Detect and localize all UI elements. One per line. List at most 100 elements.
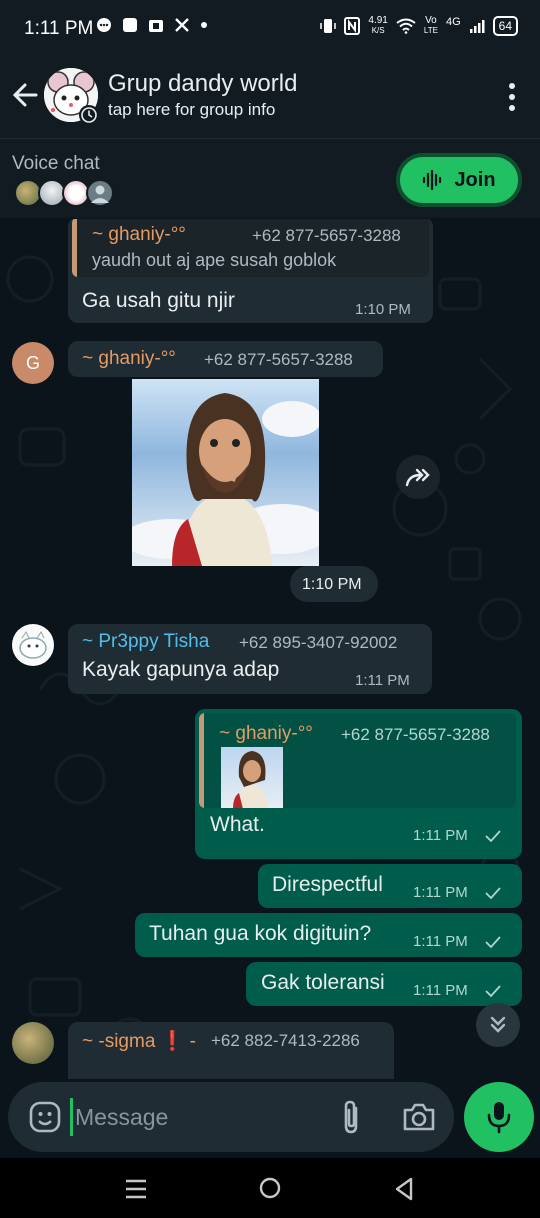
quoted-sender: ~ ghaniy-°° bbox=[92, 224, 186, 245]
message-bubble-outgoing[interactable]: Tuhan gua kok digituin? 1:11 PM bbox=[135, 913, 522, 957]
back-arrow-icon[interactable] bbox=[10, 78, 40, 112]
chat-notification-icon bbox=[97, 18, 111, 32]
attach-icon[interactable] bbox=[336, 1098, 366, 1136]
sender-name-suffix: - bbox=[189, 1031, 196, 1052]
waveform-icon bbox=[423, 169, 442, 191]
message-composer[interactable] bbox=[8, 1082, 454, 1152]
voice-record-button[interactable] bbox=[464, 1082, 534, 1152]
message-time: 1:11 PM bbox=[355, 672, 410, 689]
sender-name: ~ ghaniy-°° bbox=[82, 348, 176, 369]
thumbnail-picture bbox=[233, 751, 268, 808]
more-notifications-icon bbox=[201, 22, 207, 28]
default-person-icon bbox=[91, 185, 109, 203]
sender-phone: +62 882-7413-2286 bbox=[211, 1031, 360, 1050]
quoted-sender: ~ ghaniy-°° bbox=[219, 723, 313, 744]
status-bar: 1:11 PM 4.91 K/S Vo LTE 4G 64 bbox=[0, 0, 540, 56]
message-bubble-outgoing[interactable]: ~ ghaniy-°° +62 877-5657-3288 What. 1:11… bbox=[195, 709, 522, 859]
sender-label-bubble[interactable]: ~ ghaniy-°° +62 877-5657-3288 bbox=[68, 341, 383, 377]
mic-icon bbox=[487, 1102, 511, 1134]
message-time: 1:11 PM bbox=[413, 827, 468, 844]
forward-icon bbox=[405, 468, 430, 487]
avatar-letter: G bbox=[25, 352, 40, 373]
voice-chat-label: Voice chat bbox=[12, 153, 100, 174]
join-voice-chat-button[interactable]: Join bbox=[396, 153, 522, 207]
net-speed-unit: K/S bbox=[371, 26, 385, 35]
sender-name-text: ~ -sigma bbox=[82, 1031, 156, 1052]
sender-phone: +62 877-5657-3288 bbox=[204, 350, 353, 369]
voice-chat-participants bbox=[14, 179, 114, 207]
nfc-icon bbox=[344, 17, 361, 35]
volte-bottom: LTE bbox=[423, 26, 438, 35]
sender-name: ~ -sigma ❗ - bbox=[82, 1029, 196, 1053]
quoted-phone: +62 877-5657-3288 bbox=[341, 725, 490, 744]
sticker-image[interactable] bbox=[132, 379, 319, 566]
time-pill: 1:10 PM bbox=[290, 566, 378, 602]
signal-icon bbox=[469, 20, 485, 33]
check-icon bbox=[485, 985, 501, 998]
message-bubble-outgoing[interactable]: Gak toleransi 1:11 PM bbox=[246, 962, 522, 1006]
message-bubble-incoming[interactable]: ~ ghaniy-°° +62 877-5657-3288 yaudh out … bbox=[68, 219, 433, 323]
message-text: Direspectful bbox=[272, 873, 383, 896]
message-text: Gak toleransi bbox=[261, 971, 385, 994]
message-text: What. bbox=[210, 813, 265, 836]
message-bubble-outgoing[interactable]: Direspectful 1:11 PM bbox=[258, 864, 522, 908]
message-time: 1:11 PM bbox=[413, 884, 468, 901]
home-icon[interactable] bbox=[258, 1176, 282, 1200]
scroll-to-bottom-button[interactable] bbox=[476, 1003, 520, 1047]
message-text: Kayak gapunya adap bbox=[82, 658, 280, 681]
camera-icon[interactable] bbox=[402, 1102, 436, 1132]
net-speed-value: 4.91 bbox=[368, 15, 388, 26]
message-bubble-incoming[interactable]: ~ -sigma ❗ - +62 882-7413-2286 bbox=[68, 1022, 394, 1079]
sender-avatar[interactable] bbox=[12, 1022, 54, 1064]
volte-indicator: Vo LTE bbox=[424, 16, 438, 36]
sender-phone: +62 895-3407-92002 bbox=[239, 633, 398, 652]
message-input[interactable] bbox=[70, 1098, 320, 1136]
x-logo-icon bbox=[175, 18, 189, 32]
forward-button[interactable] bbox=[396, 455, 440, 499]
net-speed: 4.91 K/S bbox=[368, 16, 387, 36]
network-type: 4G bbox=[445, 16, 461, 28]
sender-name: ~ Pr3ppy Tisha bbox=[82, 631, 210, 652]
avatar-sketch bbox=[19, 631, 47, 659]
sticker-picture bbox=[132, 393, 319, 566]
system-navigation-bar bbox=[0, 1158, 540, 1218]
status-time: 1:11 PM bbox=[24, 18, 94, 39]
message-time: 1:10 PM bbox=[355, 301, 411, 318]
wifi-icon bbox=[396, 18, 416, 34]
check-icon bbox=[485, 936, 501, 949]
double-chevron-down-icon bbox=[490, 1016, 506, 1033]
emoji-icon[interactable] bbox=[28, 1100, 62, 1134]
check-icon bbox=[485, 830, 501, 843]
participant-avatar bbox=[86, 179, 114, 207]
timer-badge-icon bbox=[79, 105, 99, 125]
vibrate-icon bbox=[320, 19, 337, 33]
join-label: Join bbox=[454, 168, 496, 191]
message-time: 1:11 PM bbox=[413, 982, 468, 999]
quoted-image-thumbnail bbox=[221, 747, 283, 808]
volte-top: Vo bbox=[425, 15, 437, 26]
group-title[interactable]: Grup dandy world bbox=[108, 70, 297, 98]
notification-icons bbox=[96, 17, 208, 33]
quoted-text: yaudh out aj ape susah goblok bbox=[92, 250, 337, 270]
quoted-message[interactable]: ~ ghaniy-°° +62 877-5657-3288 yaudh out … bbox=[72, 219, 429, 277]
message-time: 1:11 PM bbox=[413, 933, 468, 950]
sender-avatar[interactable] bbox=[12, 624, 54, 666]
group-subtitle[interactable]: tap here for group info bbox=[108, 100, 275, 120]
app-notification-icon bbox=[123, 18, 137, 32]
quoted-phone: +62 877-5657-3288 bbox=[252, 226, 401, 245]
sender-name-mark: ❗ bbox=[160, 1031, 185, 1052]
message-text: Tuhan gua kok digituin? bbox=[149, 922, 372, 945]
system-icons: 4.91 K/S Vo LTE 4G 64 bbox=[320, 16, 518, 36]
more-vert-icon[interactable] bbox=[506, 82, 518, 112]
voice-chat-bar[interactable]: Voice chat Join bbox=[0, 138, 540, 218]
sender-avatar[interactable]: G bbox=[12, 342, 54, 384]
quoted-message[interactable]: ~ ghaniy-°° +62 877-5657-3288 bbox=[199, 713, 516, 808]
nav-back-icon[interactable] bbox=[392, 1176, 416, 1202]
message-time: 1:10 PM bbox=[302, 576, 362, 593]
tokopedia-icon bbox=[149, 20, 163, 32]
chat-header[interactable]: Grup dandy world tap here for group info bbox=[0, 56, 540, 138]
message-bubble-incoming[interactable]: ~ Pr3ppy Tisha +62 895-3407-92002 Kayak … bbox=[68, 624, 432, 694]
message-list[interactable]: ~ ghaniy-°° +62 877-5657-3288 yaudh out … bbox=[0, 219, 540, 1079]
battery-indicator: 64 bbox=[492, 16, 518, 36]
recent-apps-icon[interactable] bbox=[124, 1178, 148, 1200]
